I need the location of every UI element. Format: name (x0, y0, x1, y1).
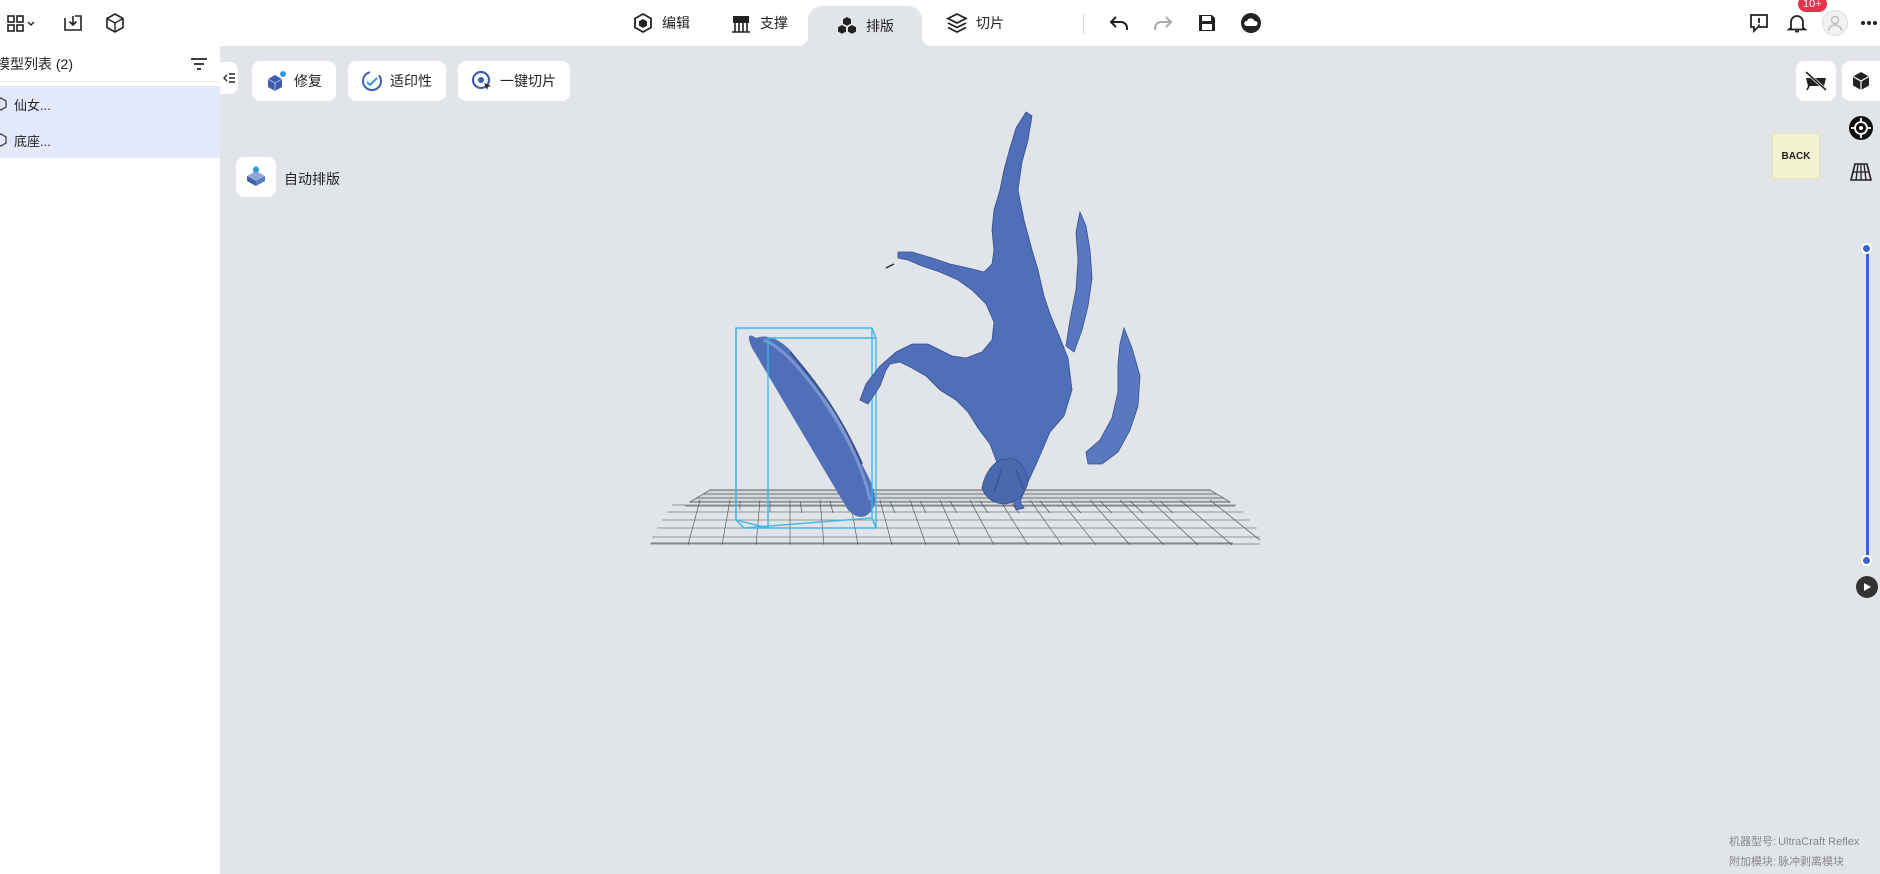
import-button[interactable] (56, 6, 90, 40)
printability-icon (362, 71, 382, 91)
machine-module-key: 附加模块: (1729, 856, 1777, 868)
notifications-button[interactable]: 10+ (1784, 0, 1827, 40)
mode-tabs: 编辑 支撑 排版 切片 (612, 0, 1024, 46)
machine-model-key: 机器型号: (1729, 836, 1777, 848)
layers-icon (946, 13, 968, 33)
save-button[interactable] (1192, 6, 1222, 40)
collapse-sidebar-button[interactable] (220, 62, 238, 94)
locate-button[interactable] (1846, 113, 1876, 143)
build-plate-view-button[interactable] (1846, 157, 1876, 187)
save-icon (1199, 15, 1215, 31)
fairy-model[interactable] (859, 111, 1141, 511)
one-click-slice-label: 一键切片 (500, 73, 556, 89)
model-list-item-label: 底座... (14, 133, 51, 149)
top-bar: 编辑 支撑 排版 切片 10+ (0, 0, 1880, 46)
model-list-item-fairy[interactable]: 仙女... (0, 86, 220, 122)
model-list-item-label: 仙女... (14, 97, 51, 113)
tab-layout[interactable]: 排版 (798, 6, 932, 46)
avatar[interactable] (1822, 10, 1848, 36)
printability-label: 适印性 (390, 73, 432, 89)
cube-solid-icon (1852, 72, 1870, 90)
redo-button[interactable] (1148, 6, 1178, 40)
tab-slice-label: 切片 (976, 15, 1004, 31)
repair-label: 修复 (294, 73, 322, 89)
repair-icon (267, 71, 286, 91)
apps-menu-button[interactable] (0, 6, 40, 40)
cube-outline-icon (0, 97, 8, 111)
model-list-panel: 模型列表 (2) 仙女... 底座... (0, 46, 220, 874)
undo-button[interactable] (1104, 6, 1134, 40)
machine-module-value: 脉冲剥离模块 (1778, 856, 1845, 868)
model-list-header: 模型列表 (2) (0, 46, 220, 82)
tab-edit[interactable]: 编辑 (612, 0, 710, 46)
tab-support-label: 支撑 (760, 15, 788, 31)
tab-slice[interactable]: 切片 (926, 0, 1024, 46)
printability-button[interactable]: 适印性 (348, 61, 446, 101)
tab-edit-label: 编辑 (662, 15, 690, 31)
one-click-slice-icon (471, 70, 491, 90)
model-list-item-base[interactable]: 底座... (0, 122, 220, 158)
one-click-slice-button[interactable]: 一键切片 (458, 61, 570, 101)
more-dots-icon (1861, 21, 1877, 25)
auto-layout-button[interactable] (236, 157, 276, 197)
bell-icon (1786, 15, 1808, 33)
layer-slider-bottom-handle[interactable] (1861, 555, 1872, 566)
layer-slider-top-handle[interactable] (1861, 243, 1872, 254)
layer-slider-track[interactable] (1866, 248, 1869, 560)
model-list-title: 模型列表 (2) (0, 55, 73, 72)
eye-off-icon (1804, 70, 1828, 92)
grid-plate-icon (1849, 163, 1873, 181)
redo-icon (1154, 16, 1173, 30)
repair-button[interactable]: 修复 (252, 61, 336, 101)
cloud-icon (1241, 13, 1261, 33)
layout-cubes-icon (838, 17, 856, 34)
auto-layout-label: 自动排版 (284, 171, 340, 187)
filter-icon (191, 57, 207, 70)
play-button[interactable] (1856, 576, 1878, 598)
apps-grid-icon (7, 15, 35, 32)
feedback-button[interactable] (1746, 6, 1772, 40)
target-icon (1849, 116, 1873, 140)
user-icon (1827, 15, 1843, 32)
model-library-button[interactable] (98, 6, 132, 40)
toolbar-divider (1083, 14, 1084, 34)
notification-badge: 10+ (1798, 0, 1827, 12)
filter-button[interactable] (190, 57, 208, 71)
play-icon (1864, 583, 1871, 591)
collapse-left-icon (223, 73, 235, 83)
more-menu-button[interactable] (1860, 6, 1878, 40)
build-plate-floor (650, 499, 1260, 546)
cloud-upload-button[interactable] (1236, 6, 1266, 40)
build-plate-scene[interactable] (640, 100, 1260, 560)
hide-supports-button[interactable] (1796, 61, 1836, 101)
cube-outline-icon (634, 12, 652, 34)
tab-layout-label: 排版 (866, 18, 894, 34)
undo-icon (1109, 16, 1128, 30)
view-mode-button[interactable] (1842, 61, 1880, 101)
auto-layout-icon (247, 166, 265, 186)
import-icon (64, 15, 82, 31)
support-icon (732, 16, 750, 33)
build-plate-grid (651, 489, 1235, 544)
cube-outline-icon (0, 133, 8, 147)
machine-info: 机器型号: UltraCraft Reflex 附加模块: 脉冲剥离模块 (1729, 832, 1859, 872)
cube-outline-icon (106, 13, 124, 33)
machine-model-value: UltraCraft Reflex (1778, 836, 1860, 848)
tab-support[interactable]: 支撑 (710, 0, 808, 46)
view-cube-face-label: BACK (1781, 150, 1811, 162)
view-cube[interactable]: BACK (1772, 133, 1820, 179)
feedback-icon (1750, 14, 1768, 34)
